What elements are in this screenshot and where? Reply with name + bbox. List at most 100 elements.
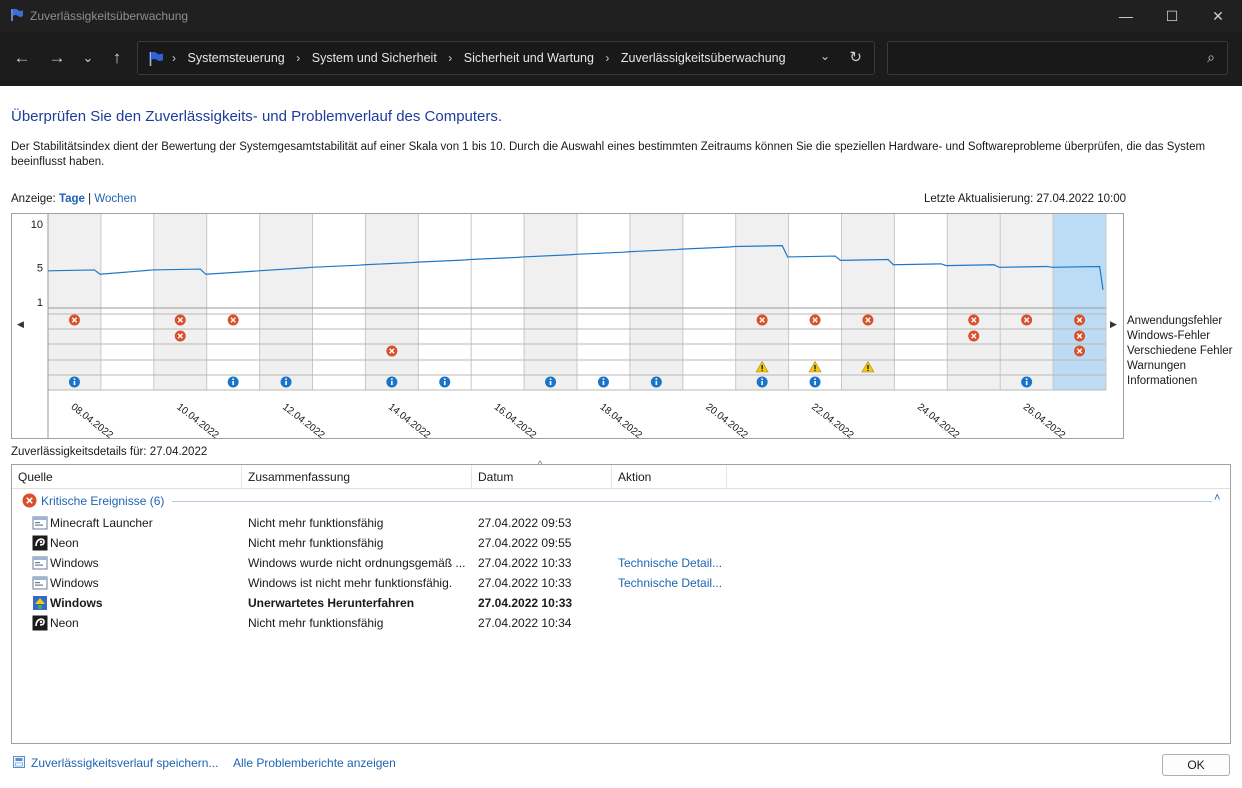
- search-icon[interactable]: ⌕: [1207, 49, 1215, 66]
- table-row[interactable]: Neon Nicht mehr funktionsfähig 27.04.2022 …: [12, 533, 1230, 553]
- row-label-windows-errors: Windows-Fehler: [1127, 330, 1211, 342]
- table-row[interactable]: Minecraft Launcher Nicht mehr funktionsfä…: [12, 513, 1230, 533]
- error-icon: [862, 314, 874, 326]
- x-tick-label: 20.04.2022: [703, 402, 750, 438]
- day-column: [312, 214, 366, 390]
- row-source: Windows: [50, 576, 99, 590]
- row-source: Windows: [50, 556, 99, 570]
- save-history-link[interactable]: Zuverlässigkeitsverlauf speichern...: [31, 756, 218, 770]
- info-icon: [650, 376, 662, 388]
- column-header-date[interactable]: Datum: [472, 465, 612, 489]
- table-row[interactable]: Neon Nicht mehr funktionsfähig 27.04.2022 …: [12, 613, 1230, 633]
- search-box[interactable]: ⌕: [887, 41, 1228, 75]
- breadcrumb: › Systemsteuerung › System und Sicherhei…: [172, 51, 786, 65]
- error-icon: [174, 314, 186, 326]
- day-column: [471, 214, 525, 390]
- table-row[interactable]: Windows Unerwartetes Herunterfahren 27.04.…: [12, 593, 1230, 613]
- back-button[interactable]: ←: [10, 47, 34, 71]
- day-column: [418, 214, 472, 390]
- x-tick-label: 24.04.2022: [915, 402, 962, 438]
- breadcrumb-system-und-sicherheit[interactable]: System und Sicherheit: [312, 51, 437, 65]
- minimize-button[interactable]: —: [1103, 0, 1149, 32]
- window-title: Zuverlässigkeitsüberwachung: [30, 9, 189, 23]
- critical-events-label[interactable]: Kritische Ereignisse (6): [41, 494, 164, 508]
- chart-scroll-left-button[interactable]: ◀: [17, 319, 24, 330]
- error-icon: [968, 314, 980, 326]
- breadcrumb-separator: ›: [605, 51, 610, 65]
- day-column: [947, 214, 1001, 390]
- day-column: [524, 214, 577, 390]
- page-description: Der Stabilitätsindex dient der Bewertung…: [11, 141, 1206, 168]
- y-tick-label: 1: [37, 297, 43, 309]
- view-days-link[interactable]: Tage: [59, 193, 85, 205]
- details-table: ^ Quelle Zusammenfassung Datum Aktion Kr…: [11, 459, 1231, 744]
- column-header-action[interactable]: Aktion: [612, 465, 727, 489]
- row-date: 27.04.2022 09:55: [478, 536, 572, 550]
- day-column: [629, 214, 683, 390]
- row-source: Neon: [50, 616, 79, 630]
- row-date: 27.04.2022 10:33: [478, 576, 572, 590]
- info-icon: [68, 376, 80, 388]
- app-window-icon: [32, 515, 48, 531]
- breadcrumb-sicherheit-und-wartung[interactable]: Sicherheit und Wartung: [464, 51, 594, 65]
- up-button[interactable]: ↑: [105, 47, 129, 71]
- x-tick-label: 12.04.2022: [280, 402, 327, 438]
- info-icon: [756, 376, 768, 388]
- error-icon: [68, 314, 80, 326]
- error-icon: [756, 314, 768, 326]
- collapse-chevron-icon[interactable]: ˄: [1214, 492, 1220, 504]
- view-weeks-link[interactable]: Wochen: [94, 193, 136, 205]
- reliability-chart[interactable]: 10 5 1 08.04.2022 10.04.2022 12.04.2022 14.04.…: [11, 213, 1124, 439]
- shutdown-icon: [32, 595, 48, 611]
- column-header-summary[interactable]: Zusammenfassung: [242, 465, 472, 489]
- address-dropdown-button[interactable]: ⌄: [820, 49, 830, 63]
- app-window-icon: [32, 555, 48, 571]
- breadcrumb-zuverlaessigkeitsueberwachung[interactable]: Zuverlässigkeitsüberwachung: [621, 51, 786, 65]
- ok-button[interactable]: OK: [1162, 754, 1230, 776]
- row-date: 27.04.2022 10:34: [478, 616, 572, 630]
- neon-app-icon: [32, 615, 48, 631]
- view-separator: |: [88, 193, 92, 205]
- main-content: Überprüfen Sie den Zuverlässigkeits- und…: [0, 86, 1242, 788]
- address-bar[interactable]: › Systemsteuerung › System und Sicherhei…: [137, 41, 875, 75]
- table-header: ^ Quelle Zusammenfassung Datum Aktion: [12, 459, 1230, 489]
- row-label-information: Informationen: [1127, 375, 1198, 387]
- maximize-button[interactable]: ☐: [1149, 0, 1195, 32]
- day-column: [206, 214, 260, 390]
- chart-scroll-right-button[interactable]: ▶: [1110, 319, 1117, 330]
- x-tick-label: 08.04.2022: [69, 402, 116, 438]
- critical-events-group[interactable]: Kritische Ereignisse (6) ˄: [22, 492, 1222, 509]
- day-column: [153, 214, 207, 390]
- x-tick-label: 26.04.2022: [1021, 402, 1068, 438]
- selected-day-column: [1053, 214, 1106, 390]
- row-label-application-errors: Anwendungsfehler: [1127, 315, 1223, 327]
- x-tick-label: 18.04.2022: [598, 402, 645, 438]
- x-tick-label: 14.04.2022: [386, 402, 433, 438]
- error-icon: [809, 314, 821, 326]
- day-column: [100, 214, 154, 390]
- breadcrumb-separator: ›: [172, 51, 176, 65]
- day-column: [259, 214, 313, 390]
- technical-details-link[interactable]: Technische Detail...: [618, 576, 722, 590]
- last-update-text: Letzte Aktualisierung: 27.04.2022 10:00: [924, 193, 1127, 205]
- refresh-button[interactable]: ↻: [849, 48, 862, 66]
- breadcrumb-systemsteuerung[interactable]: Systemsteuerung: [187, 51, 284, 65]
- table-row[interactable]: Windows Windows wurde nicht ordnungsgemäß…: [12, 553, 1230, 573]
- x-tick-label: 16.04.2022: [492, 402, 539, 438]
- info-icon: [386, 376, 398, 388]
- row-date: 27.04.2022 10:33: [478, 596, 573, 610]
- recent-locations-button[interactable]: ⌄: [76, 47, 100, 71]
- technical-details-link[interactable]: Technische Detail...: [618, 556, 722, 570]
- column-header-source[interactable]: Quelle: [12, 465, 242, 489]
- row-source: Windows: [50, 596, 103, 610]
- day-column: [365, 214, 419, 390]
- title-bar: Zuverlässigkeitsüberwachung — ☐ ✕: [0, 0, 1242, 32]
- day-column: [682, 214, 736, 390]
- all-problem-reports-link[interactable]: Alle Problemberichte anzeigen: [233, 756, 396, 770]
- stability-chart-svg[interactable]: 10 5 1 08.04.2022 10.04.2022 12.04.2022 14.04.…: [12, 214, 1123, 438]
- info-icon: [597, 376, 609, 388]
- table-row[interactable]: Windows Windows ist nicht mehr funktionsf…: [12, 573, 1230, 593]
- error-icon: [1021, 314, 1033, 326]
- forward-button[interactable]: →: [45, 47, 69, 71]
- close-button[interactable]: ✕: [1195, 0, 1241, 32]
